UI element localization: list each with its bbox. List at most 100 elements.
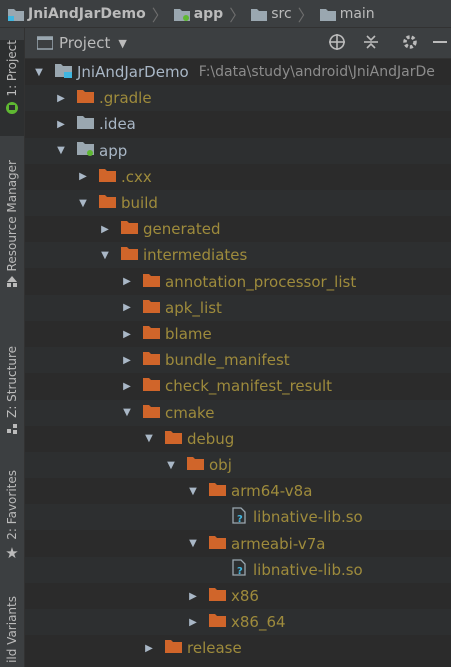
tree-folder-row[interactable]: ▼ app bbox=[25, 137, 451, 164]
resource-manager-icon bbox=[7, 276, 17, 288]
project-module-icon bbox=[55, 63, 72, 82]
expanded-arrow-icon[interactable]: ▼ bbox=[187, 486, 199, 497]
chevron-right-icon: 〉 bbox=[151, 5, 168, 25]
collapse-all-icon[interactable] bbox=[362, 33, 380, 55]
star-icon: ★ bbox=[5, 543, 19, 562]
gear-icon[interactable] bbox=[401, 33, 419, 55]
expanded-arrow-icon[interactable]: ▼ bbox=[187, 538, 199, 549]
tree-item-label: x86 bbox=[231, 587, 259, 605]
tree-folder-row[interactable]: ▼ arm64-v8a bbox=[25, 478, 451, 504]
expanded-arrow-icon[interactable]: ▼ bbox=[121, 407, 133, 418]
collapsed-arrow-icon[interactable]: ▶ bbox=[55, 93, 67, 104]
tree-item-label: generated bbox=[143, 220, 221, 239]
tree-item-label: app bbox=[99, 141, 128, 160]
collapsed-arrow-icon[interactable]: ▶ bbox=[187, 591, 199, 602]
tool-window-strip: 1: Project Resource Manager Z: Structure… bbox=[0, 28, 25, 667]
expanded-arrow-icon[interactable]: ▼ bbox=[33, 67, 45, 78]
tree-item-label: libnative-lib.so bbox=[253, 560, 363, 579]
excluded-folder-icon bbox=[121, 246, 138, 264]
tree-folder-row[interactable]: ▼ intermediates bbox=[25, 242, 451, 269]
excluded-folder-icon bbox=[99, 168, 116, 186]
tree-folder-row[interactable]: ▼ JniAndJarDemo F:\data\study\android\JniA… bbox=[25, 59, 451, 85]
tree-folder-row[interactable]: ▶ .idea bbox=[25, 111, 451, 137]
tree-item-label: intermediates bbox=[143, 246, 248, 265]
tree-item-label: check_manifest_result bbox=[165, 377, 333, 396]
tree-folder-row[interactable]: ▼ armeabi-v7a bbox=[25, 531, 451, 557]
tree-file-row[interactable]: ? libnative-lib.so bbox=[25, 556, 451, 583]
tree-folder-row[interactable]: ▶ check_manifest_result bbox=[25, 373, 451, 399]
excluded-folder-icon bbox=[143, 404, 160, 422]
folder-icon bbox=[8, 8, 24, 21]
tree-item-label: build bbox=[121, 194, 158, 212]
expanded-arrow-icon[interactable]: ▼ bbox=[165, 460, 177, 471]
tree-item-label: blame bbox=[165, 325, 212, 343]
dropdown-arrow-icon[interactable]: ▼ bbox=[118, 37, 126, 50]
folder-icon bbox=[77, 115, 94, 133]
collapsed-arrow-icon[interactable]: ▶ bbox=[121, 329, 133, 340]
breadcrumb-item-project[interactable]: JniAndJarDemo bbox=[8, 6, 146, 22]
tree-folder-row[interactable]: ▶ bundle_manifest bbox=[25, 347, 451, 374]
folder-icon bbox=[319, 8, 336, 21]
module-folder-icon bbox=[173, 8, 190, 21]
collapsed-arrow-icon[interactable]: ▶ bbox=[187, 617, 199, 628]
excluded-folder-icon bbox=[143, 325, 160, 343]
excluded-folder-icon bbox=[165, 639, 182, 657]
tool-tab-build-variants[interactable]: ild Variants bbox=[0, 596, 24, 667]
breadcrumb-item-app[interactable]: app bbox=[173, 6, 223, 22]
minimize-icon[interactable] bbox=[431, 33, 449, 55]
tree-folder-row[interactable]: ▶ release bbox=[25, 635, 451, 661]
unknown-file-icon: ? bbox=[231, 507, 248, 528]
collapsed-arrow-icon[interactable]: ▶ bbox=[99, 224, 111, 235]
tree-folder-row[interactable]: ▶ .gradle bbox=[25, 85, 451, 112]
collapsed-arrow-icon[interactable]: ▶ bbox=[77, 171, 89, 182]
collapsed-arrow-icon[interactable]: ▶ bbox=[121, 355, 133, 366]
tree-folder-row[interactable]: ▶ x86 bbox=[25, 583, 451, 609]
tree-item-label: .idea bbox=[99, 115, 136, 134]
expanded-arrow-icon[interactable]: ▼ bbox=[55, 145, 67, 156]
excluded-folder-icon bbox=[143, 351, 160, 369]
svg-text:?: ? bbox=[237, 566, 243, 576]
tree-item-label: .gradle bbox=[99, 89, 152, 108]
project-panel-header: Project ▼ bbox=[25, 28, 451, 59]
collapsed-arrow-icon[interactable]: ▶ bbox=[143, 643, 155, 654]
breadcrumb-item-src[interactable]: src bbox=[251, 6, 292, 22]
project-view-title[interactable]: Project bbox=[59, 34, 110, 52]
collapsed-arrow-icon[interactable]: ▶ bbox=[121, 381, 133, 392]
excluded-folder-icon bbox=[209, 613, 226, 631]
tree-item-label: .cxx bbox=[121, 167, 152, 186]
unknown-file-icon: ? bbox=[231, 559, 248, 580]
project-path: F:\data\study\android\JniAndJarDe bbox=[198, 64, 435, 80]
tool-tab-resource-manager[interactable]: Resource Manager bbox=[0, 160, 24, 306]
collapsed-arrow-icon[interactable]: ▶ bbox=[121, 276, 133, 287]
tree-folder-row[interactable]: ▶ annotation_processor_list bbox=[25, 269, 451, 295]
breadcrumb-item-main[interactable]: main bbox=[319, 6, 375, 22]
expanded-arrow-icon[interactable]: ▼ bbox=[143, 433, 155, 444]
excluded-folder-icon bbox=[99, 194, 116, 212]
collapsed-arrow-icon[interactable]: ▶ bbox=[121, 302, 133, 313]
tree-folder-row[interactable]: ▼ build bbox=[25, 190, 451, 216]
structure-icon bbox=[7, 423, 17, 434]
tree-folder-row[interactable]: ▼ cmake bbox=[25, 399, 451, 426]
tool-tab-project[interactable]: 1: Project bbox=[0, 40, 24, 136]
tree-folder-row[interactable]: ▶ .cxx bbox=[25, 164, 451, 190]
tree-item-label: arm64-v8a bbox=[231, 482, 313, 501]
tree-folder-row[interactable]: ▶ generated bbox=[25, 216, 451, 242]
tree-folder-row[interactable]: ▶ x86_64 bbox=[25, 609, 451, 636]
tree-folder-row[interactable]: ▶ blame bbox=[25, 321, 451, 347]
crosshair-icon[interactable] bbox=[328, 33, 346, 55]
excluded-folder-icon bbox=[209, 587, 226, 605]
tool-tab-favorites[interactable]: 2: Favorites ★ bbox=[0, 470, 24, 565]
tree-item-label: libnative-lib.so bbox=[253, 508, 363, 527]
tree-item-label: cmake bbox=[165, 403, 215, 422]
tree-folder-row[interactable]: ▶ apk_list bbox=[25, 294, 451, 321]
tree-item-label: release bbox=[187, 639, 242, 658]
tree-file-row[interactable]: ? libnative-lib.so bbox=[25, 504, 451, 531]
expanded-arrow-icon[interactable]: ▼ bbox=[77, 198, 89, 209]
tree-folder-row[interactable]: ▼ obj bbox=[25, 452, 451, 478]
collapsed-arrow-icon[interactable]: ▶ bbox=[55, 119, 67, 130]
tool-tab-structure[interactable]: Z: Structure bbox=[0, 346, 24, 441]
tree-folder-row[interactable]: ▼ debug bbox=[25, 426, 451, 452]
module-folder-icon bbox=[77, 141, 94, 160]
expanded-arrow-icon[interactable]: ▼ bbox=[99, 250, 111, 261]
svg-text:?: ? bbox=[237, 514, 243, 524]
